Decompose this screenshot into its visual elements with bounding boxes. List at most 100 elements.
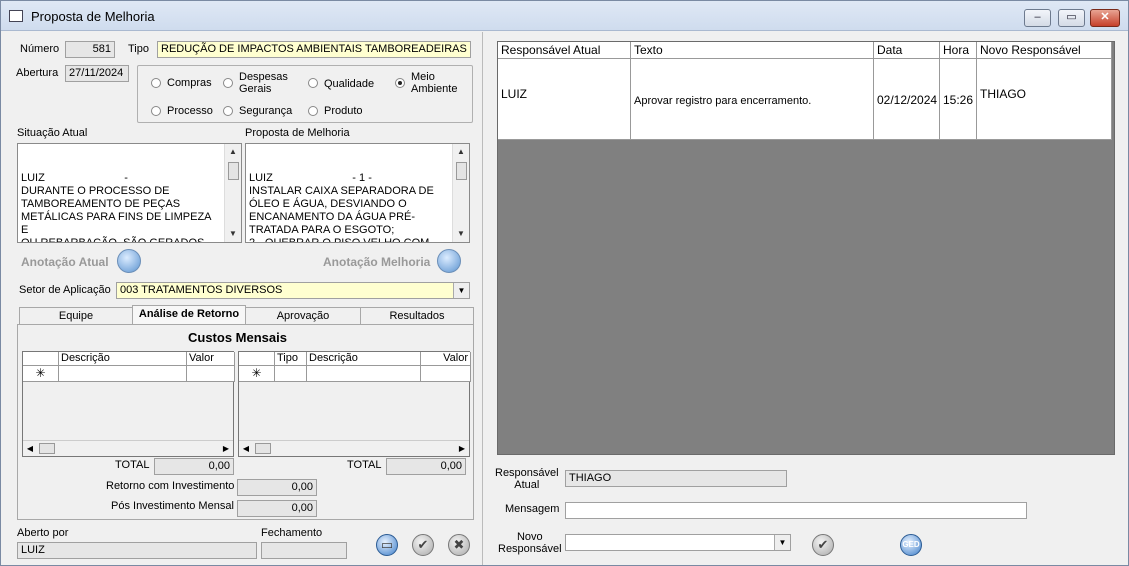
minimize-button[interactable]: – [1024, 9, 1051, 27]
tab-analise-retorno[interactable]: Análise de Retorno [132, 305, 246, 325]
total-2-field: 0,00 [386, 458, 466, 475]
proposta-memo[interactable]: LUIZ - 1 - INSTALAR CAIXA SEPARADORA DE … [245, 143, 470, 243]
radio-compras-label: Compras [167, 77, 212, 89]
grid-cell[interactable] [59, 366, 187, 382]
radio-meio-ambiente[interactable] [395, 78, 405, 88]
history-header-data[interactable]: Data [874, 42, 940, 59]
chevron-down-icon[interactable]: ▼ [453, 283, 469, 298]
scroll-left-icon[interactable]: ◀ [23, 441, 37, 456]
tipo-label: Tipo [128, 43, 149, 55]
ged-label: GED [902, 540, 920, 549]
history-cell-responsavel[interactable]: LUIZ [498, 59, 631, 140]
scroll-thumb[interactable] [255, 443, 271, 454]
radio-produto-label: Produto [324, 105, 363, 117]
grid-header-descricao[interactable]: Descrição [307, 352, 421, 366]
scroll-left-icon[interactable]: ◀ [239, 441, 253, 456]
history-header-hora[interactable]: Hora [940, 42, 977, 59]
history-cell-texto[interactable]: Aprovar registro para encerramento. [631, 59, 874, 140]
radio-processo-label: Processo [167, 105, 213, 117]
total-1-field: 0,00 [154, 458, 234, 475]
numero-label: Número [20, 43, 60, 55]
situacao-text: LUIZ - DURANTE O PROCESSO DE TAMBOREAMEN… [21, 172, 211, 243]
scroll-thumb[interactable] [456, 162, 467, 180]
retorno-investimento-field: 0,00 [237, 479, 317, 496]
mensagem-input[interactable] [565, 502, 1027, 519]
scroll-up-icon[interactable]: ▲ [225, 144, 241, 160]
grid-header-descricao[interactable]: Descrição [59, 352, 187, 366]
custos-grid-2[interactable]: Tipo Descrição Valor ✳ ◀ ▶ [238, 351, 471, 457]
grid-cell[interactable] [275, 366, 307, 382]
close-button[interactable]: ✕ [1090, 9, 1120, 27]
tab-equipe[interactable]: Equipe [19, 307, 133, 325]
scroll-down-icon[interactable]: ▼ [225, 226, 241, 242]
radio-qualidade[interactable] [308, 78, 318, 88]
custos-grid-1[interactable]: Descrição Valor ✳ ◀ ▶ [22, 351, 235, 457]
history-cell-data[interactable]: 02/12/2024 [874, 59, 940, 140]
grid-indicator-header [239, 352, 275, 366]
ged-button[interactable]: GED [900, 534, 922, 556]
cancel-button[interactable]: ✖ [448, 534, 470, 556]
radio-processo[interactable] [151, 106, 161, 116]
scroll-right-icon[interactable]: ▶ [455, 441, 469, 456]
history-cell-hora[interactable]: 15:26 [940, 59, 977, 140]
grid-header-valor[interactable]: Valor [187, 352, 235, 366]
anotacao-atual-note-icon[interactable] [117, 249, 141, 273]
radio-despesas-label: Despesas Gerais [239, 71, 288, 95]
grid-indicator-header [23, 352, 59, 366]
fechamento-label: Fechamento [261, 527, 323, 539]
radio-produto[interactable] [308, 106, 318, 116]
total-2-label: TOTAL [347, 459, 382, 471]
category-group: Compras Despesas Gerais Qualidade Meio A… [137, 65, 473, 123]
checkmark-icon: ✔ [417, 537, 429, 552]
app-icon [9, 10, 23, 22]
new-row-icon: ✳ [23, 366, 59, 382]
send-button[interactable]: ✔ [812, 534, 834, 556]
print-button[interactable]: ▭ [376, 534, 398, 556]
history-grid[interactable]: Responsável Atual Texto Data Hora Novo R… [497, 41, 1115, 455]
history-header-texto[interactable]: Texto [631, 42, 874, 59]
fechamento-field [261, 542, 347, 559]
anotacao-melhoria-note-icon[interactable] [437, 249, 461, 273]
confirm-button[interactable]: ✔ [412, 534, 434, 556]
novo-responsavel-select[interactable]: ▼ [565, 534, 791, 551]
novo-responsavel-label: Novo Responsável [498, 531, 562, 555]
grid-cell[interactable] [421, 366, 471, 382]
setor-select[interactable]: 003 TRATAMENTOS DIVERSOS ▼ [116, 282, 470, 299]
grid-cell[interactable] [307, 366, 421, 382]
grid-header-tipo[interactable]: Tipo [275, 352, 307, 366]
retorno-investimento-label: Retorno com Investimento [106, 480, 235, 492]
x-icon: ✖ [453, 537, 465, 552]
history-header-responsavel[interactable]: Responsável Atual [498, 42, 631, 59]
grid-2-hscrollbar[interactable]: ◀ ▶ [239, 440, 469, 456]
radio-seguranca-label: Segurança [239, 105, 293, 117]
window-title: Proposta de Melhoria [31, 9, 155, 24]
proposta-scrollbar[interactable]: ▲ ▼ [452, 144, 469, 242]
scroll-down-icon[interactable]: ▼ [453, 226, 469, 242]
checkmark-icon: ✔ [817, 537, 829, 552]
custos-mensais-title: Custos Mensais [188, 330, 287, 345]
radio-compras[interactable] [151, 78, 161, 88]
radio-seguranca[interactable] [223, 106, 233, 116]
setor-label: Setor de Aplicação [19, 284, 111, 296]
grid-cell[interactable] [187, 366, 235, 382]
radio-meio-ambiente-label: Meio Ambiente [411, 71, 458, 95]
tipo-field[interactable]: REDUÇÃO DE IMPACTOS AMBIENTAIS TAMBOREAD… [157, 41, 471, 58]
history-header-novo[interactable]: Novo Responsável [977, 42, 1112, 59]
tab-resultados[interactable]: Resultados [360, 307, 474, 325]
radio-despesas-gerais[interactable] [223, 78, 233, 88]
history-cell-novo[interactable]: THIAGO [977, 59, 1112, 140]
scroll-right-icon[interactable]: ▶ [219, 441, 233, 456]
chevron-down-icon[interactable]: ▼ [774, 535, 790, 550]
scroll-thumb[interactable] [39, 443, 55, 454]
grid-1-hscrollbar[interactable]: ◀ ▶ [23, 440, 233, 456]
grid-header-valor[interactable]: Valor [421, 352, 471, 366]
situacao-scrollbar[interactable]: ▲ ▼ [224, 144, 241, 242]
scroll-up-icon[interactable]: ▲ [453, 144, 469, 160]
tab-aprovacao[interactable]: Aprovação [245, 307, 361, 325]
pos-investimento-label: Pós Investimento Mensal [111, 500, 234, 512]
mensagem-label: Mensagem [505, 503, 560, 515]
situacao-memo[interactable]: LUIZ - DURANTE O PROCESSO DE TAMBOREAMEN… [17, 143, 242, 243]
abertura-field: 27/11/2024 [65, 65, 129, 82]
maximize-button[interactable]: ▭ [1058, 9, 1085, 27]
scroll-thumb[interactable] [228, 162, 239, 180]
